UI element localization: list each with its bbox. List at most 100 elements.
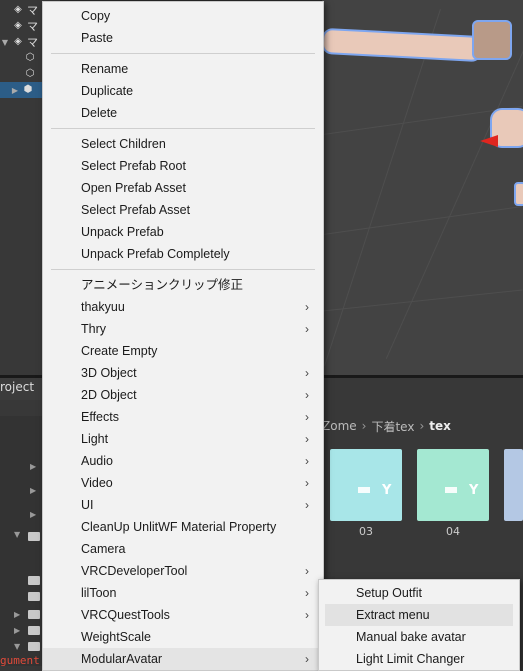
menu-item-delete[interactable]: Delete: [43, 102, 323, 124]
breadcrumb-item[interactable]: 下着tex: [371, 418, 414, 435]
menu-item-paste[interactable]: Paste: [43, 27, 323, 49]
menu-item-label: Duplicate: [81, 84, 134, 98]
menu-item-label: Thry: [81, 322, 106, 336]
collapse-arrow-icon[interactable]: ▼: [14, 530, 20, 539]
menu-item-label: Effects: [81, 410, 119, 424]
menu-item-select-prefab-root[interactable]: Select Prefab Root: [43, 155, 323, 177]
avatar-sleeve-cuff: [472, 20, 512, 60]
menu-item-unpack-prefab-completely[interactable]: Unpack Prefab Completely: [43, 243, 323, 265]
menu-item-label: Unpack Prefab Completely: [81, 247, 230, 261]
menu-item-weight-scale[interactable]: WeightScale: [43, 626, 323, 648]
submenu-item-setup-outfit[interactable]: Setup Outfit: [319, 582, 519, 604]
expand-arrow-icon[interactable]: ▶: [30, 462, 36, 471]
chevron-right-icon: ›: [305, 608, 309, 622]
chevron-right-icon: ›: [419, 419, 425, 433]
menu-separator: [51, 128, 315, 129]
menu-item-light[interactable]: Light ›: [43, 428, 323, 450]
menu-item-audio[interactable]: Audio ›: [43, 450, 323, 472]
submenu-item-manual-bake-avatar[interactable]: Manual bake avatar: [319, 626, 519, 648]
transform-gizmo-icon[interactable]: [480, 135, 498, 147]
folder-icon[interactable]: [28, 592, 40, 601]
folder-icon[interactable]: [28, 610, 40, 619]
menu-item-unpack-prefab[interactable]: Unpack Prefab: [43, 221, 323, 243]
chevron-right-icon: ›: [305, 454, 309, 468]
chevron-right-icon: ›: [305, 366, 309, 380]
chevron-right-icon: ›: [305, 432, 309, 446]
hierarchy-row-label: マ: [27, 20, 38, 33]
texture-thumbnail[interactable]: Y: [417, 449, 489, 521]
menu-item-label: Light: [81, 432, 109, 446]
menu-item-animation-clip-fix[interactable]: アニメーションクリップ修正: [43, 274, 323, 296]
menu-item-duplicate[interactable]: Duplicate: [43, 80, 323, 102]
menu-item-label: Audio: [81, 454, 113, 468]
texture-preview-mark: [445, 487, 457, 493]
expand-arrow-icon[interactable]: ▶: [10, 86, 20, 95]
menu-item-label: Delete: [81, 106, 118, 120]
menu-item-label: Video: [81, 476, 113, 490]
expand-arrow-icon[interactable]: ▶: [30, 486, 36, 495]
menu-item-thry[interactable]: Thry ›: [43, 318, 323, 340]
menu-item-cleanup-unlitwf[interactable]: CleanUp UnlitWF Material Property: [43, 516, 323, 538]
menu-item-vrc-developer-tool[interactable]: VRCDeveloperTool ›: [43, 560, 323, 582]
texture-preview-mark: Y: [469, 483, 479, 498]
menu-item-camera[interactable]: Camera: [43, 538, 323, 560]
console-error-text: gument: [0, 654, 40, 667]
menu-item-label: ModularAvatar: [81, 652, 163, 666]
chevron-right-icon: ›: [305, 476, 309, 490]
cube-icon: ⬡: [25, 52, 35, 63]
avatar-arm: [322, 27, 483, 63]
context-menu: Copy Paste Rename Duplicate Delete Selec…: [42, 1, 324, 671]
texture-thumbnail[interactable]: [504, 449, 523, 521]
chevron-right-icon: ›: [305, 322, 309, 336]
expand-arrow-icon[interactable]: ▼: [0, 38, 10, 47]
expand-arrow-icon[interactable]: ▶: [14, 626, 20, 635]
menu-item-label: UI: [81, 498, 94, 512]
menu-item-select-children[interactable]: Select Children: [43, 133, 323, 155]
menu-item-open-prefab-asset[interactable]: Open Prefab Asset: [43, 177, 323, 199]
chevron-right-icon: ›: [305, 586, 309, 600]
menu-item-modular-avatar[interactable]: ModularAvatar ›: [43, 648, 323, 670]
menu-item-ui[interactable]: UI ›: [43, 494, 323, 516]
menu-item-label: Open Prefab Asset: [81, 181, 186, 195]
menu-item-2d-object[interactable]: 2D Object ›: [43, 384, 323, 406]
menu-item-select-prefab-asset[interactable]: Select Prefab Asset: [43, 199, 323, 221]
menu-item-label: Manual bake avatar: [356, 630, 466, 644]
menu-item-create-empty[interactable]: Create Empty: [43, 340, 323, 362]
menu-item-label: Rename: [81, 62, 129, 76]
menu-item-label: Extract menu: [356, 608, 430, 622]
avatar-part: [514, 182, 523, 206]
menu-item-label: WeightScale: [81, 630, 151, 644]
submenu-item-light-limit-changer[interactable]: Light Limit Changer: [319, 648, 519, 670]
menu-item-label: 2D Object: [81, 388, 137, 402]
folder-icon[interactable]: [28, 576, 40, 585]
menu-item-vrc-quest-tools[interactable]: VRCQuestTools ›: [43, 604, 323, 626]
unity-icon: ◈: [14, 36, 22, 47]
menu-item-copy[interactable]: Copy: [43, 5, 323, 27]
breadcrumb-item[interactable]: Zome: [322, 419, 357, 433]
menu-item-video[interactable]: Video ›: [43, 472, 323, 494]
menu-item-effects[interactable]: Effects ›: [43, 406, 323, 428]
asset-label: 03: [359, 525, 373, 538]
menu-item-liltoon[interactable]: lilToon ›: [43, 582, 323, 604]
unity-icon: ◈: [14, 4, 22, 15]
menu-item-label: Select Prefab Asset: [81, 203, 191, 217]
folder-icon[interactable]: [28, 626, 40, 635]
breadcrumb-current[interactable]: tex: [429, 419, 451, 433]
expand-arrow-icon[interactable]: ▶: [14, 610, 20, 619]
menu-item-label: Setup Outfit: [356, 586, 423, 600]
texture-thumbnail[interactable]: Y: [330, 449, 402, 521]
collapse-arrow-icon[interactable]: ▼: [14, 642, 20, 651]
menu-item-thakyuu[interactable]: thakyuu ›: [43, 296, 323, 318]
chevron-right-icon: ›: [305, 652, 309, 666]
menu-item-label: Unpack Prefab: [81, 225, 164, 239]
menu-item-label: 3D Object: [81, 366, 137, 380]
menu-item-rename[interactable]: Rename: [43, 58, 323, 80]
folder-icon[interactable]: [28, 532, 40, 541]
scene-view[interactable]: [322, 0, 523, 375]
menu-separator: [51, 53, 315, 54]
expand-arrow-icon[interactable]: ▶: [30, 510, 36, 519]
prefab-cube-icon: ⬢: [23, 84, 33, 95]
folder-icon[interactable]: [28, 642, 40, 651]
menu-item-3d-object[interactable]: 3D Object ›: [43, 362, 323, 384]
submenu-item-extract-menu[interactable]: Extract menu: [325, 604, 513, 626]
